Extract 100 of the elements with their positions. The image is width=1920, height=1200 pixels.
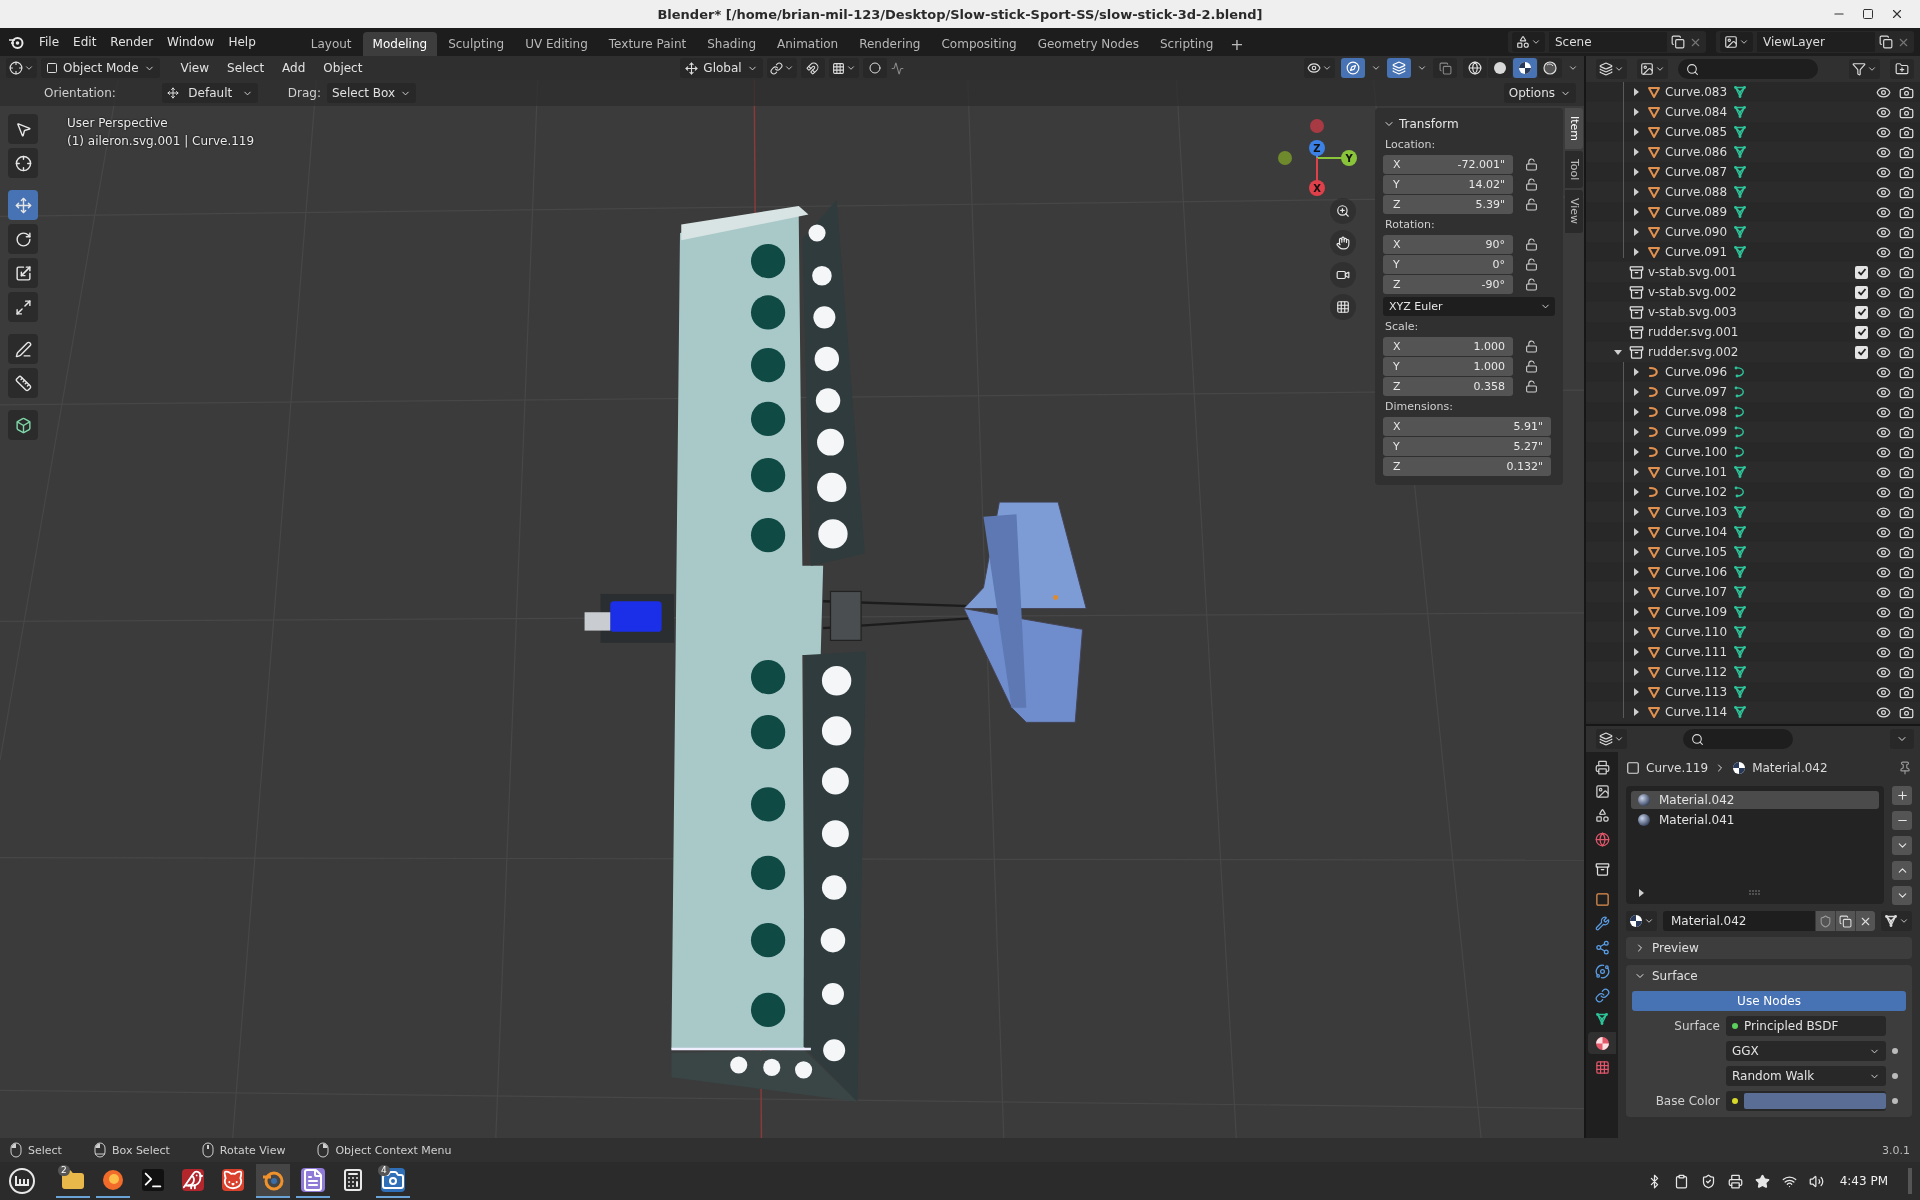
object-name[interactable]: Curve.111	[1665, 645, 1733, 659]
sidebar-tab[interactable]: Tool	[1565, 151, 1583, 189]
axis-label: Z	[1313, 143, 1321, 154]
object-name[interactable]: Curve.102	[1665, 485, 1733, 499]
object-name[interactable]: Curve.083	[1665, 85, 1733, 99]
object-name: Curve.119	[1646, 761, 1709, 775]
field-group-label: Dimensions:	[1385, 400, 1454, 413]
axis-label: Y	[1345, 153, 1353, 164]
menu-item[interactable]: Edit	[66, 32, 104, 52]
number-field[interactable]: Y 5.27"	[1383, 437, 1551, 456]
material-slot[interactable]: Material.042	[1631, 791, 1879, 809]
material-slot[interactable]: Material.041	[1631, 811, 1879, 829]
collection-name[interactable]: rudder.svg.001	[1648, 325, 1768, 339]
orientation-dropdown[interactable]: Global	[680, 58, 763, 78]
object-name[interactable]: Curve.099	[1665, 425, 1733, 439]
object-name[interactable]: Curve.096	[1665, 365, 1733, 379]
number-field[interactable]: X 5.91"	[1383, 417, 1551, 436]
taskbar-button[interactable]: 2	[56, 1164, 90, 1198]
workspace-tab[interactable]: Shading	[697, 32, 766, 56]
field-label: Base Color	[1654, 1094, 1720, 1108]
menu-item[interactable]: File	[32, 32, 67, 52]
object-name[interactable]: Curve.100	[1665, 445, 1733, 459]
orientation-dropdown[interactable]: Default	[161, 83, 258, 103]
drag-dropdown[interactable]: Select Box	[327, 83, 417, 103]
workspace-tab[interactable]: Sculpting	[438, 32, 515, 56]
panel-title: Preview	[1652, 941, 1699, 955]
navigation-gizmo[interactable]: Z Y X	[1275, 114, 1359, 198]
object-name[interactable]: Curve.103	[1665, 505, 1733, 519]
object-name[interactable]: Curve.084	[1665, 105, 1733, 119]
object-name[interactable]: Curve.090	[1665, 225, 1733, 239]
workspace-tab[interactable]: Compositing	[931, 32, 1027, 56]
material-name-field[interactable]: Material.042	[1663, 911, 1875, 931]
object-name[interactable]: Curve.088	[1665, 185, 1733, 199]
collection-name[interactable]: v-stab.svg.001	[1648, 265, 1768, 279]
object-name[interactable]: Curve.086	[1665, 145, 1733, 159]
number-field[interactable]: Y 14.02"	[1383, 175, 1513, 194]
object-name[interactable]: Curve.097	[1665, 385, 1733, 399]
version-label: 3.0.1	[1882, 1143, 1910, 1157]
menu-item[interactable]: Object	[316, 58, 370, 78]
menu-item[interactable]: Render	[103, 32, 161, 52]
object-name[interactable]: Curve.110	[1665, 625, 1733, 639]
menu-item[interactable]: View	[173, 58, 217, 78]
dropdown[interactable]: Random Walk	[1726, 1066, 1886, 1086]
number-field[interactable]: Y 0°	[1383, 255, 1513, 274]
menu-item[interactable]: Help	[221, 32, 263, 52]
use-nodes-button[interactable]: Use Nodes	[1632, 991, 1906, 1011]
collection-name[interactable]: rudder.svg.002	[1648, 345, 1768, 359]
object-name[interactable]: Curve.114	[1665, 705, 1733, 719]
object-name[interactable]: Curve.109	[1665, 605, 1733, 619]
workspace-tab[interactable]: Rendering	[849, 32, 931, 56]
status-hint: Object Context Menu	[335, 1143, 452, 1157]
mode-dropdown[interactable]: Object Mode	[41, 58, 160, 78]
object-name[interactable]: Curve.098	[1665, 405, 1733, 419]
object-name[interactable]: Curve.085	[1665, 125, 1733, 139]
taskbar-button[interactable]: 4	[376, 1164, 410, 1198]
object-name[interactable]: Curve.089	[1665, 205, 1733, 219]
workspace-tab[interactable]: Geometry Nodes	[1027, 32, 1149, 56]
slot-name: Material.042	[1659, 793, 1735, 807]
workspace-tab[interactable]: Layout	[300, 32, 362, 56]
number-field[interactable]: X -72.001"	[1383, 155, 1513, 174]
object-name[interactable]: Curve.106	[1665, 565, 1733, 579]
collection-name[interactable]: v-stab.svg.002	[1648, 285, 1768, 299]
panel-title: Transform	[1399, 117, 1459, 131]
options-dropdown[interactable]: Options	[1503, 83, 1576, 103]
object-name[interactable]: Curve.101	[1665, 465, 1733, 479]
object-name[interactable]: Curve.087	[1665, 165, 1733, 179]
menu-item[interactable]: Add	[275, 58, 313, 78]
dropdown[interactable]: GGX	[1726, 1041, 1886, 1061]
status-hint: Select	[28, 1143, 62, 1157]
object-name[interactable]: Curve.091	[1665, 245, 1733, 259]
collection-name[interactable]: v-stab.svg.003	[1648, 305, 1768, 319]
object-name[interactable]: Curve.112	[1665, 665, 1733, 679]
number-field[interactable]: Z -90°	[1383, 275, 1513, 294]
workspace-tab[interactable]: Scripting	[1149, 32, 1224, 56]
rotation-mode-dropdown[interactable]: XYZ Euler	[1383, 297, 1555, 316]
number-field[interactable]: Z 5.39"	[1383, 195, 1513, 214]
scene-name-field[interactable]: Scene	[1549, 32, 1667, 52]
number-field[interactable]: Z 0.358	[1383, 377, 1513, 396]
object-name[interactable]: Curve.105	[1665, 545, 1733, 559]
add-workspace-button[interactable]: +	[1224, 32, 1250, 56]
active-object-info: (1) aileron.svg.001 | Curve.119	[67, 134, 255, 148]
sidebar-tab[interactable]: View	[1565, 190, 1583, 233]
workspace-tab[interactable]: UV Editing	[515, 32, 598, 56]
view-layer-name-field[interactable]: ViewLayer	[1757, 32, 1875, 52]
object-name[interactable]: Curve.107	[1665, 585, 1733, 599]
field-label: Surface	[1673, 1019, 1720, 1033]
shader-field[interactable]: Principled BSDF	[1726, 1016, 1886, 1036]
number-field[interactable]: X 1.000	[1383, 337, 1513, 356]
sidebar-tab[interactable]: Item	[1565, 108, 1583, 150]
drag-label: Drag:	[287, 86, 321, 100]
menu-item[interactable]: Select	[220, 58, 272, 78]
workspace-tab[interactable]: Modeling	[362, 32, 438, 56]
number-field[interactable]: X 90°	[1383, 235, 1513, 254]
object-name[interactable]: Curve.104	[1665, 525, 1733, 539]
menu-item[interactable]: Window	[160, 32, 222, 52]
workspace-tab[interactable]: Texture Paint	[598, 32, 697, 56]
workspace-tab[interactable]: Animation	[767, 32, 849, 56]
object-name[interactable]: Curve.113	[1665, 685, 1733, 699]
number-field[interactable]: Y 1.000	[1383, 357, 1513, 376]
number-field[interactable]: Z 0.132"	[1383, 457, 1551, 476]
